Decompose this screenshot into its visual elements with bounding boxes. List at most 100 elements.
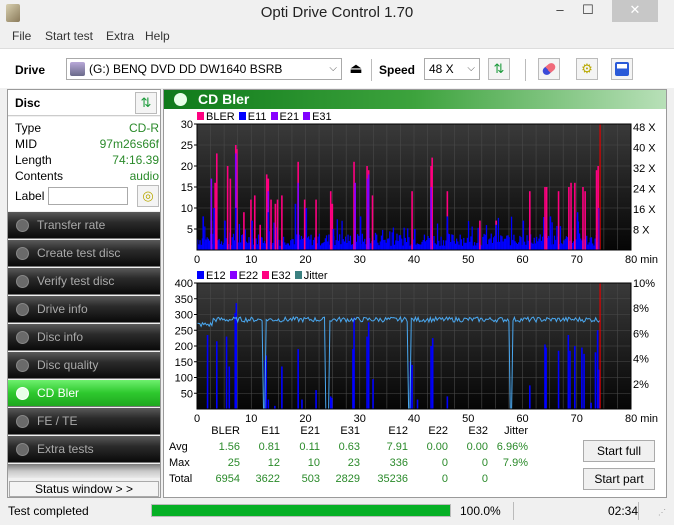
e11-noise-bar <box>401 238 403 250</box>
y2-tick-label: 2% <box>633 379 649 391</box>
start-part-button[interactable]: Start part <box>583 468 655 490</box>
resize-grip-icon[interactable]: ⋰ <box>658 508 666 517</box>
nav-footer <box>8 464 160 478</box>
e11-noise-bar <box>348 240 350 250</box>
e11-noise-bar <box>469 241 471 250</box>
refresh-button[interactable]: ⇅ <box>488 58 510 80</box>
e11-noise-bar <box>347 234 349 250</box>
e11-noise-bar <box>503 238 506 250</box>
e12-bar <box>215 341 218 409</box>
e11-noise-bar <box>381 229 384 250</box>
y-tick-label: 300 <box>175 310 193 322</box>
speed-select[interactable]: 48 X ⌵ <box>424 58 480 80</box>
e11-noise-bar <box>532 243 534 250</box>
e11-noise-bar <box>519 235 521 250</box>
e11-noise-bar <box>439 245 441 250</box>
e11-noise-bar <box>389 231 391 250</box>
close-button[interactable]: ✕ <box>612 0 658 22</box>
e11-noise-bar <box>256 244 258 250</box>
nav-disc-info[interactable]: Disc info <box>8 324 160 351</box>
eject-button[interactable]: ⏏ <box>345 58 367 80</box>
nav-cd-bler[interactable]: CD Bler <box>8 380 160 407</box>
progress-fill <box>152 505 450 516</box>
y2-tick-label: 8% <box>633 303 649 315</box>
nav-transfer-rate[interactable]: Transfer rate <box>8 212 160 239</box>
e11-noise-bar <box>508 237 510 250</box>
e11-noise-bar <box>370 243 372 250</box>
disc-label-input[interactable] <box>48 187 128 205</box>
e11-noise-bar <box>444 245 446 250</box>
e11-noise-bar <box>592 243 594 250</box>
e11-noise-bar <box>313 237 316 250</box>
e11-noise-bar <box>593 245 595 250</box>
drive-label: Drive <box>15 63 46 77</box>
minimize-button[interactable]: ‒ <box>546 0 574 22</box>
bler-bar <box>582 187 584 250</box>
e11-noise-bar <box>507 235 509 250</box>
e11-noise-bar <box>535 236 538 250</box>
e11-noise-bar <box>463 237 465 250</box>
e11-noise-bar <box>279 245 281 250</box>
e11-noise-bar <box>442 240 445 250</box>
menu-help[interactable]: Help <box>145 29 170 43</box>
e11-noise-bar <box>555 239 557 250</box>
disc-field-contents: Contents audio <box>15 169 159 185</box>
nav-verify-test-disc[interactable]: Verify test disc <box>8 268 160 295</box>
menu-file[interactable]: File <box>12 29 31 43</box>
e11-noise-bar <box>245 241 248 250</box>
settings-button[interactable]: ⚙ <box>576 58 598 80</box>
separator <box>525 59 526 81</box>
y-tick-label: 25 <box>181 140 193 152</box>
stats-cell: 7.9% <box>502 457 528 469</box>
e11-noise-bar <box>472 245 474 250</box>
erase-button[interactable] <box>538 58 560 80</box>
save-button[interactable] <box>611 58 633 80</box>
e11-noise-bar <box>525 244 527 250</box>
e11-noise-bar <box>377 242 379 250</box>
e11-noise-bar <box>537 241 539 250</box>
drive-select[interactable]: (G:) BENQ DVD DD DW1640 BSRB ⌵ <box>66 58 342 80</box>
nav-create-test-disc[interactable]: Create test disc <box>8 240 160 267</box>
disc-refresh-button[interactable]: ⇅ <box>135 92 157 114</box>
menu-start-test[interactable]: Start test <box>45 29 93 43</box>
e11-noise-bar <box>398 235 401 250</box>
e11-noise-bar <box>385 242 387 250</box>
e11-noise-bar <box>531 242 533 250</box>
y2-tick-label: 48 X <box>633 122 656 134</box>
e11-bar <box>359 216 362 250</box>
nav-disc-quality[interactable]: Disc quality <box>8 352 160 379</box>
nav-label: Verify test disc <box>37 274 115 288</box>
nav-extra-tests[interactable]: Extra tests <box>8 436 160 463</box>
menu-extra[interactable]: Extra <box>106 29 134 43</box>
e11-noise-bar <box>361 233 364 250</box>
e11-noise-bar <box>420 244 422 250</box>
e11-noise-bar <box>337 240 340 250</box>
nav-fe-te[interactable]: FE / TE <box>8 408 160 435</box>
e11-noise-bar <box>285 244 287 250</box>
e11-noise-bar <box>355 241 358 250</box>
e11-bar <box>446 216 449 250</box>
e11-noise-bar <box>395 240 397 250</box>
e11-noise-bar <box>551 222 553 250</box>
chevron-down-icon: ⌵ <box>329 63 337 74</box>
disc-label-button[interactable]: ◎ <box>137 185 159 207</box>
e11-noise-bar <box>208 240 211 250</box>
status-window-button[interactable]: Status window > > <box>9 481 159 497</box>
maximize-button[interactable]: ☐ <box>574 0 602 22</box>
e11-noise-bar <box>272 242 274 250</box>
disc-info: Type CD-R MID 97m26s66f Length 74:16.39 Con… <box>8 117 160 211</box>
e11-noise-bar <box>564 238 566 250</box>
e11-bar <box>576 212 579 250</box>
nav-drive-info[interactable]: Drive info <box>8 296 160 323</box>
e11-noise-bar <box>510 216 513 250</box>
e12-bar <box>411 364 413 409</box>
e11-noise-bar <box>380 235 383 250</box>
e11-noise-bar <box>205 239 207 250</box>
e11-noise-bar <box>376 234 378 250</box>
stats-cell: 0.00 <box>466 441 488 453</box>
start-full-button[interactable]: Start full <box>583 440 655 462</box>
e11-noise-bar <box>538 238 540 250</box>
stats-cell: 503 <box>301 473 320 485</box>
e12-bar <box>430 346 432 409</box>
e12-bar <box>416 399 419 409</box>
